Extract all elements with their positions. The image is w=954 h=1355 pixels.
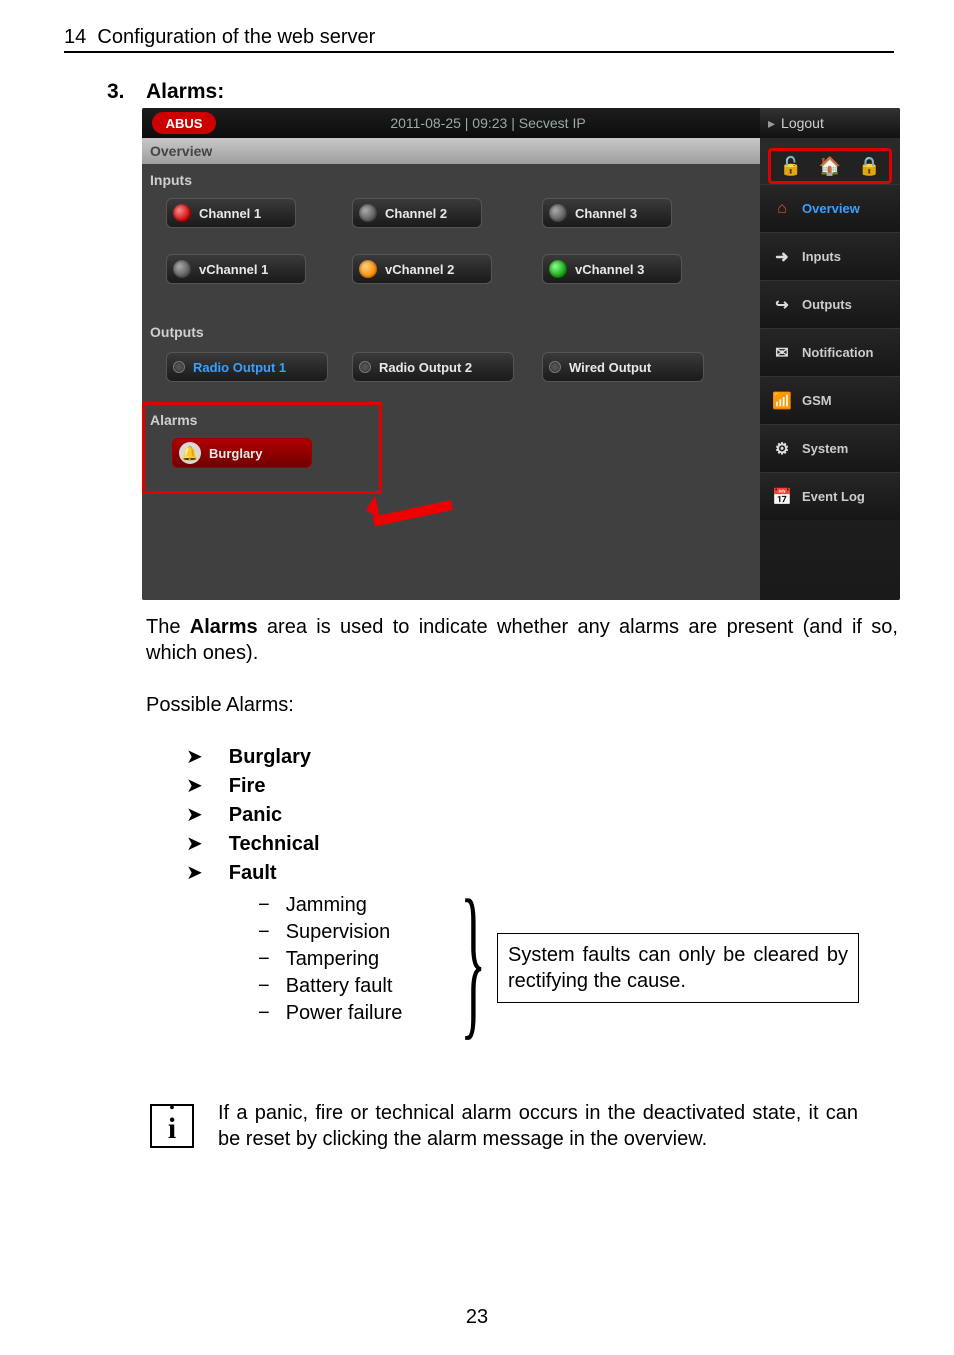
channel-3[interactable]: Channel 3 (542, 198, 672, 228)
status-dot-tiny (359, 361, 371, 373)
page-number: 23 (0, 1306, 954, 1329)
unlock-icon: 🔓 (780, 155, 802, 177)
logout-button[interactable]: Logout (760, 108, 900, 138)
chapter-title: Configuration of the web server (97, 26, 375, 48)
outputs-icon: ↪ (770, 295, 794, 315)
alarm-type-technical: Technical (186, 831, 320, 856)
vchannel-1[interactable]: vChannel 1 (166, 254, 306, 284)
section-title: Alarms: (146, 80, 224, 104)
app-screenshot: ABUS 2011-08-25 | 09:23 | Secvest IP Log… (142, 108, 900, 600)
status-dot-grey (549, 204, 567, 222)
mail-icon: ✉ (770, 343, 794, 363)
home-icon: ⌂ (770, 200, 794, 218)
sidebar-item-notification[interactable]: ✉Notification (760, 328, 900, 376)
overview-main: Overview Inputs Channel 1 Channel 2 Chan… (142, 138, 760, 600)
brand-badge: ABUS (152, 112, 216, 134)
alarm-type-burglary: Burglary (186, 744, 320, 769)
alarm-types-list: Burglary Fire Panic Technical Fault (186, 744, 320, 889)
chapter-num: 14 (64, 26, 86, 48)
vchannel-2[interactable]: vChannel 2 (352, 254, 492, 284)
status-dot-grey (359, 204, 377, 222)
channel-1[interactable]: Channel 1 (166, 198, 296, 228)
info-icon: i (150, 1104, 194, 1148)
alarm-type-fire: Fire (186, 773, 320, 798)
possible-alarms-label: Possible Alarms: (146, 694, 294, 717)
fault-jamming: Jamming (258, 894, 402, 917)
sidebar-item-gsm[interactable]: 📶GSM (760, 376, 900, 424)
sidebar-item-outputs[interactable]: ↪Outputs (760, 280, 900, 328)
group-inputs-label: Inputs (150, 172, 192, 188)
fault-sublist: Jamming Supervision Tampering Battery fa… (258, 894, 402, 1029)
page-header: 14 Configuration of the web server (64, 26, 894, 53)
app-topbar: ABUS 2011-08-25 | 09:23 | Secvest IP Log… (142, 108, 900, 138)
signal-icon: 📶 (770, 391, 794, 411)
alarm-type-fault: Fault (186, 860, 320, 885)
bell-icon: 🔔 (179, 442, 201, 464)
wired-output[interactable]: Wired Output (542, 352, 704, 382)
note-box: System faults can only be cleared by rec… (497, 933, 859, 1003)
sidebar-item-inputs[interactable]: ➜Inputs (760, 232, 900, 280)
status-dot-tiny (173, 361, 185, 373)
channel-2[interactable]: Channel 2 (352, 198, 482, 228)
inputs-icon: ➜ (770, 247, 794, 267)
alarm-burglary[interactable]: 🔔Burglary (172, 438, 312, 468)
radio-output-1[interactable]: Radio Output 1 (166, 352, 328, 382)
overview-label: Overview (142, 138, 760, 164)
topbar-datetime: 2011-08-25 | 09:23 | Secvest IP (216, 115, 760, 131)
calendar-icon: 📅 (770, 487, 794, 507)
status-dot-red (173, 204, 191, 222)
radio-output-2[interactable]: Radio Output 2 (352, 352, 514, 382)
alarm-type-panic: Panic (186, 802, 320, 827)
section-number: 3. (107, 80, 125, 104)
status-dot-orange (359, 260, 377, 278)
lock-icon: 🔒 (858, 155, 880, 177)
fault-supervision: Supervision (258, 921, 402, 944)
status-dot-tiny (549, 361, 561, 373)
vchannel-3[interactable]: vChannel 3 (542, 254, 682, 284)
partlock-icon: 🏠 (819, 155, 841, 177)
status-dot-green (549, 260, 567, 278)
alarms-description: The Alarms area is used to indicate whet… (146, 614, 898, 667)
status-dot-grey (173, 260, 191, 278)
curly-brace: } (460, 875, 486, 1046)
fault-tampering: Tampering (258, 948, 402, 971)
lock-status-box[interactable]: 🔓 🏠 🔒 (768, 148, 892, 184)
sidebar-item-overview[interactable]: ⌂Overview (760, 184, 900, 232)
gear-icon: ⚙ (770, 439, 794, 459)
fault-power: Power failure (258, 1002, 402, 1025)
fault-battery: Battery fault (258, 975, 402, 998)
sidebar: 🔓 🏠 🔒 ⌂Overview ➜Inputs ↪Outputs ✉Notifi… (760, 138, 900, 600)
sidebar-item-eventlog[interactable]: 📅Event Log (760, 472, 900, 520)
group-outputs-label: Outputs (150, 324, 204, 340)
annotation-arrow (372, 490, 492, 520)
info-paragraph: If a panic, fire or technical alarm occu… (218, 1100, 858, 1152)
sidebar-item-system[interactable]: ⚙System (760, 424, 900, 472)
